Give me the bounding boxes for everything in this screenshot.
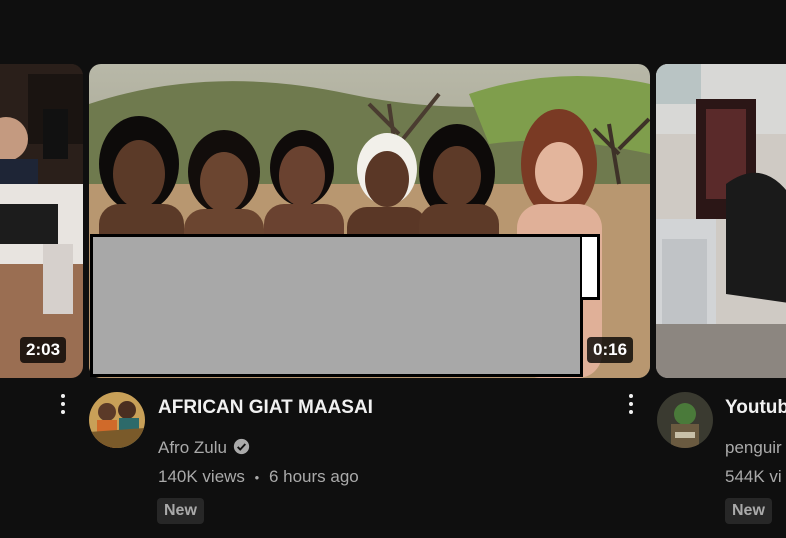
video-duration-left: 2:03	[20, 337, 67, 363]
main-card-more-options-button[interactable]	[621, 389, 641, 419]
thumbnail-image-right	[656, 64, 786, 378]
thumbnail-image-left	[0, 64, 83, 378]
avatar-image	[89, 392, 145, 448]
upload-age: 6 hours ago	[268, 467, 359, 486]
kebab-dot	[61, 394, 65, 398]
kebab-dot	[629, 410, 633, 414]
channel-name-right[interactable]: penguir	[725, 438, 782, 458]
kebab-dot	[629, 402, 633, 406]
left-card-more-options-button[interactable]	[53, 389, 73, 419]
kebab-dot	[61, 410, 65, 414]
video-stats-right: 544K vi	[725, 467, 782, 486]
redaction-box-edge	[582, 234, 600, 300]
kebab-dot	[629, 394, 633, 398]
video-title-right[interactable]: Youtub	[725, 397, 786, 419]
video-title-main[interactable]: AFRICAN GIAT MAASAI	[158, 397, 373, 419]
video-stats-main: 140K views • 6 hours ago	[158, 467, 359, 487]
redaction-box	[90, 234, 583, 377]
channel-name-text: Afro Zulu	[158, 438, 227, 457]
channel-avatar-right[interactable]	[657, 392, 713, 448]
avatar-image	[657, 392, 713, 448]
meta-separator: •	[254, 470, 260, 485]
channel-name-main[interactable]: Afro Zulu	[158, 438, 250, 458]
new-badge-main: New	[157, 498, 204, 524]
video-thumbnail-left[interactable]: 2:03	[0, 64, 83, 378]
video-thumbnail-right[interactable]	[656, 64, 786, 378]
channel-avatar-main[interactable]	[89, 392, 145, 448]
kebab-dot	[61, 402, 65, 406]
view-count: 140K views	[158, 467, 245, 486]
video-duration-main: 0:16	[587, 337, 634, 363]
new-badge-right: New	[725, 498, 772, 524]
verified-check-icon	[233, 438, 250, 455]
